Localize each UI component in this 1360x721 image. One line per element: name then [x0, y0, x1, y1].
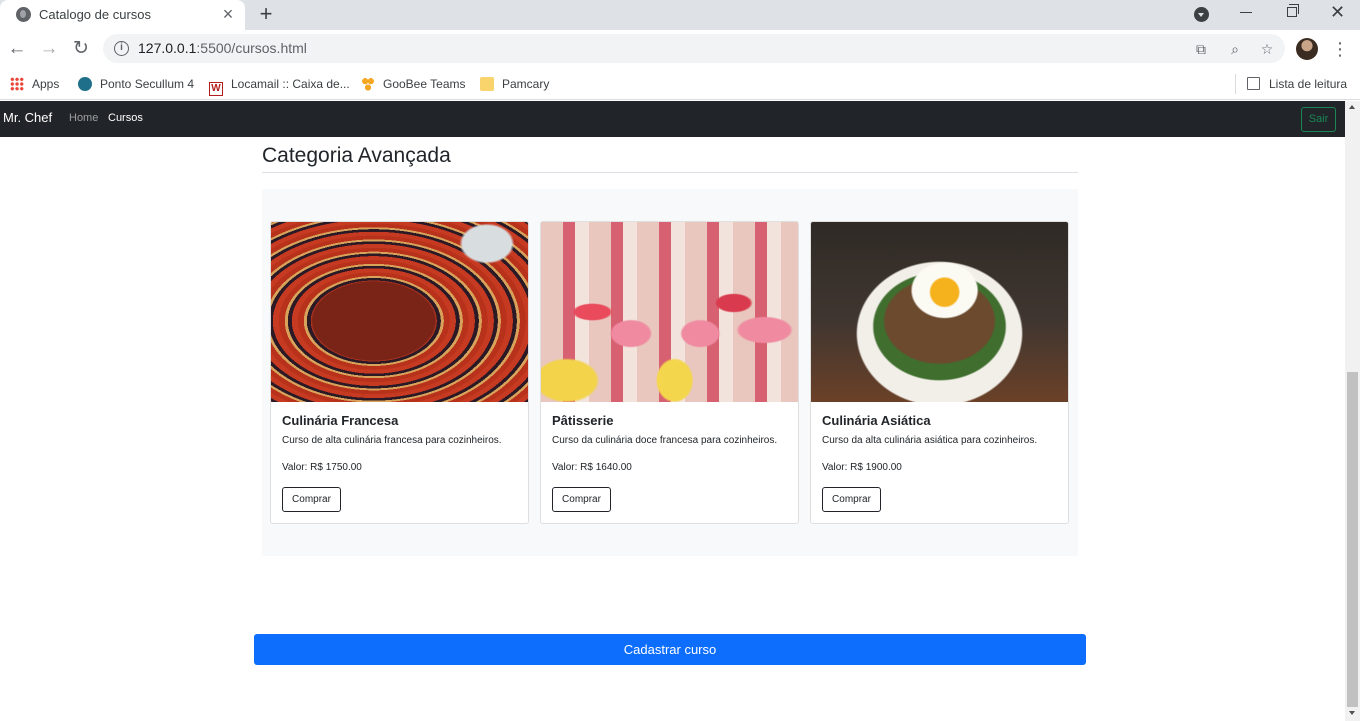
course-description: Curso da alta culinária asiática para co… [822, 435, 1038, 446]
scroll-down-icon[interactable] [1349, 711, 1355, 715]
new-tab-button[interactable]: + [254, 2, 278, 26]
register-course-button[interactable]: Cadastrar curso [254, 634, 1086, 665]
reading-list-icon [1247, 77, 1260, 90]
browser-chrome: Catalogo de cursos × + ✕ ← → ↻ i 127.0.0… [0, 0, 1360, 100]
buy-button[interactable]: Comprar [822, 487, 881, 512]
bookmark-pamcary[interactable]: Pamcary [480, 74, 549, 94]
translate-icon[interactable]: ⧉ [1193, 41, 1209, 57]
category-divider [262, 172, 1078, 173]
nav-link-cursos[interactable]: Cursos [108, 112, 143, 124]
browser-tab[interactable]: Catalogo de cursos × [0, 0, 245, 30]
course-price: Valor: R$ 1900.00 [822, 462, 902, 473]
secullum-icon [78, 77, 92, 91]
back-arrow-icon[interactable]: ← [6, 38, 28, 60]
course-price: Valor: R$ 1640.00 [552, 462, 632, 473]
url-text[interactable]: 127.0.0.1:5500/cursos.html [138, 40, 307, 56]
course-card: Pâtisserie Curso da culinária doce franc… [540, 221, 799, 524]
course-title: Culinária Asiática [822, 413, 931, 428]
scrollbar-thumb[interactable] [1347, 372, 1358, 707]
locamail-icon: W [209, 82, 223, 96]
course-image-francesa [271, 222, 528, 402]
course-title: Pâtisserie [552, 413, 614, 428]
page-scrollbar[interactable] [1345, 101, 1360, 721]
profile-avatar[interactable] [1296, 38, 1318, 60]
course-card: Culinária Asiática Curso da alta culinár… [810, 221, 1069, 524]
nav-link-home[interactable]: Home [69, 112, 98, 124]
restore-window-button[interactable] [1287, 4, 1299, 17]
goobee-icon [361, 77, 375, 91]
bookmark-star-icon[interactable]: ☆ [1259, 41, 1275, 57]
bookmark-secullum[interactable]: Ponto Secullum 4 [78, 74, 194, 94]
reload-icon[interactable]: ↻ [70, 38, 92, 60]
page-viewport: Mr. Chef Home Cursos Sair Categoria Avan… [0, 101, 1345, 721]
browser-toolbar: ← → ↻ i 127.0.0.1:5500/cursos.html ⧉ ⌕ ☆ [0, 30, 1360, 68]
scroll-up-icon[interactable] [1349, 105, 1355, 109]
bookmark-goobee[interactable]: GooBee Teams [361, 74, 466, 94]
buy-button[interactable]: Comprar [552, 487, 611, 512]
browser-menu-icon[interactable]: ⋮ [1330, 36, 1350, 62]
tab-search-icon[interactable] [1194, 7, 1209, 22]
apps-grid-icon [10, 77, 24, 91]
course-title: Culinária Francesa [282, 413, 399, 428]
forward-arrow-icon[interactable]: → [38, 38, 60, 60]
course-card: Culinária Francesa Curso de alta culinár… [270, 221, 529, 524]
category-title: Categoria Avançada [262, 144, 451, 167]
zoom-icon[interactable]: ⌕ [1227, 41, 1243, 57]
close-tab-icon[interactable]: × [219, 4, 237, 24]
tab-title: Catalogo de cursos [39, 7, 152, 22]
bookmarks-separator [1235, 74, 1236, 94]
bookmarks-bar: Apps Ponto Secullum 4 W Locamail :: Caixa… [0, 68, 1360, 100]
course-image-asiatica [811, 222, 1068, 402]
minimize-window-button[interactable] [1240, 12, 1252, 13]
reading-list-button[interactable]: Lista de leitura [1247, 74, 1347, 94]
globe-icon [16, 7, 31, 22]
close-window-button[interactable]: ✕ [1330, 2, 1345, 23]
course-price: Valor: R$ 1750.00 [282, 462, 362, 473]
folder-icon [480, 77, 494, 91]
site-info-icon[interactable]: i [114, 41, 129, 56]
address-bar[interactable]: i 127.0.0.1:5500/cursos.html ⧉ ⌕ ☆ [103, 34, 1285, 63]
course-description: Curso da culinária doce francesa para co… [552, 435, 778, 446]
navbar-brand[interactable]: Mr. Chef [3, 110, 52, 125]
logout-button[interactable]: Sair [1301, 107, 1336, 132]
course-image-patisserie [541, 222, 798, 402]
buy-button[interactable]: Comprar [282, 487, 341, 512]
tab-strip: Catalogo de cursos × + ✕ [0, 0, 1360, 30]
course-description: Curso de alta culinária francesa para co… [282, 435, 502, 446]
bookmark-apps[interactable]: Apps [10, 74, 59, 94]
bookmark-locamail[interactable]: W Locamail :: Caixa de... [209, 74, 350, 96]
site-navbar: Mr. Chef Home Cursos Sair [0, 101, 1345, 137]
